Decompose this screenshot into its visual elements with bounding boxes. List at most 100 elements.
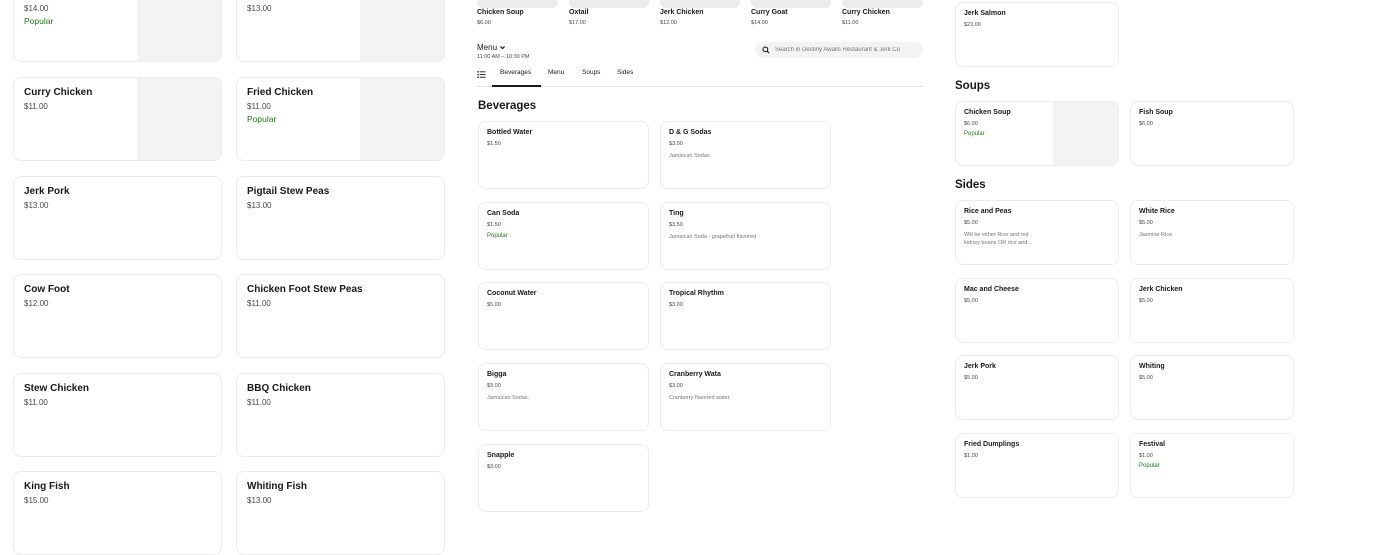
item-price: $14.00 [24,4,49,13]
soup-card[interactable]: Fish Soup $6.00 [1130,101,1294,166]
menu-item-card[interactable]: King Fish $15.00 [13,471,222,555]
carousel-image[interactable] [477,0,558,8]
list-icon[interactable] [477,70,486,79]
item-name: Curry Chicken [24,87,93,98]
item-name: Pigtail Stew Peas [247,186,330,197]
item-price: $11.00 [247,102,271,111]
beverage-card[interactable]: Ting $3.50 Jamaican Soda - grapefruit fl… [660,202,831,270]
soup-card[interactable]: Chicken Soup $6.00 Popular [955,101,1119,166]
tab-sides[interactable]: Sides [617,69,633,76]
section-title-soups: Soups [955,80,991,92]
item-price: $5.00 [1139,220,1153,226]
beverage-card[interactable]: Snapple $3.00 [478,444,649,512]
item-price: $3.00 [669,383,683,389]
item-name: Rice and Peas [964,208,1012,215]
tab-menu[interactable]: Menu [548,69,564,76]
beverage-card[interactable]: Bigga $3.00 Jamaican Sodas. [478,363,649,431]
item-name: Cow Foot [24,284,70,295]
item-description: Jamaican Sodas. [487,395,530,401]
popular-badge: Popular [964,131,985,137]
item-name: Cranberry Wata [669,371,721,378]
item-price: $1.50 [487,222,501,228]
tab-divider [477,86,923,87]
item-price: $5.00 [1139,375,1153,381]
menu-item-card[interactable]: Stew Chicken $11.00 [13,373,222,457]
tab-soups[interactable]: Soups [582,69,600,76]
menu-item-card[interactable]: Cow Foot $12.00 [13,274,222,358]
item-name: Bigga [487,371,507,378]
tab-beverages[interactable]: Beverages [500,69,531,76]
item-price: $13.00 [247,4,272,13]
item-name: Ting [669,210,684,217]
item-price: $13.00 [247,201,272,210]
side-card[interactable]: Whiting $5.00 [1130,355,1294,420]
carousel-image[interactable] [751,0,831,8]
item-name: Oxtail [569,9,589,16]
item-name: Curry Goat [751,9,788,16]
item-price: $11.00 [247,299,271,308]
item-description: Jamaican Sodas. [669,153,712,159]
item-price: $23.00 [964,22,981,28]
side-card[interactable]: Fried Dumplings $1.00 [955,433,1119,498]
menu-item-card[interactable]: $13.00 [236,0,445,62]
item-description: Cranberry flavored water. [669,395,731,401]
menu-item-card[interactable]: Chicken Foot Stew Peas $11.00 [236,274,445,358]
carousel-image[interactable] [569,0,649,8]
item-name: BBQ Chicken [247,383,311,394]
menu-item-card[interactable]: Jerk Pork $13.00 [13,176,222,260]
beverage-card[interactable]: D & G Sodas $3.00 Jamaican Sodas. [660,121,831,189]
item-price: $13.00 [24,201,49,210]
chevron-down-icon [500,46,506,50]
menu-item-card[interactable]: Fried Chicken $11.00 Popular [236,77,445,161]
side-card[interactable]: Jerk Chicken $5.00 [1130,278,1294,343]
menu-item-card[interactable]: Jerk Salmon $23.00 [955,2,1119,67]
active-tab-indicator [492,85,541,87]
item-price: $3.00 [669,141,683,147]
item-name: Snapple [487,452,515,459]
item-price: $17.00 [569,20,586,26]
item-price: $12.00 [24,299,49,308]
beverage-card[interactable]: Tropical Rhythm $3.00 [660,282,831,350]
menu-item-card[interactable]: Curry Chicken $11.00 [13,77,222,161]
item-name: Mac and Cheese [964,286,1019,293]
item-price: $11.00 [24,102,48,111]
search-input[interactable] [775,44,919,56]
item-price: $3.50 [669,222,683,228]
search-box[interactable] [755,42,923,58]
item-name: Festival [1139,441,1166,448]
menu-item-card[interactable]: Pigtail Stew Peas $13.00 [236,176,445,260]
carousel-image[interactable] [660,0,740,8]
side-card[interactable]: White Rice $5.00 Jasmine Rice [1130,200,1294,265]
menu-label: Menu [477,43,498,52]
beverage-card[interactable]: Can Soda $1.50 Popular [478,202,649,270]
beverage-card[interactable]: Cranberry Wata $3.00 Cranberry flavored … [660,363,831,431]
item-price: $12.00 [660,20,677,26]
beverage-card[interactable]: Bottled Water $1.50 [478,121,649,189]
item-price: $1.50 [487,141,501,147]
item-price: $5.00 [964,375,978,381]
section-title-beverages: Beverages [478,100,537,112]
side-card[interactable]: Jerk Pork $5.00 [955,355,1119,420]
carousel-image[interactable] [842,0,923,8]
menu-item-card[interactable]: Whiting Fish $13.00 [236,471,445,555]
item-name: Jerk Pork [964,363,996,370]
item-name: Whiting [1139,363,1165,370]
beverage-card[interactable]: Coconut Water $5.00 [478,282,649,350]
item-name: Whiting Fish [247,481,307,492]
item-price: $6.00 [1139,121,1153,127]
item-price: $5.00 [964,220,978,226]
item-name: King Fish [24,481,70,492]
item-price: $13.00 [247,496,272,505]
item-name: Jerk Chicken [660,9,704,16]
menu-item-card[interactable]: BBQ Chicken $11.00 [236,373,445,457]
side-card[interactable]: Mac and Cheese $5.00 [955,278,1119,343]
menu-item-card[interactable]: $14.00 Popular [13,0,222,62]
item-name: Can Soda [487,210,520,217]
side-card[interactable]: Rice and Peas $5.00 Will be either Rice … [955,200,1119,265]
popular-badge: Popular [487,233,508,239]
item-name: Chicken Foot Stew Peas [247,284,363,295]
menu-selector[interactable]: Menu [477,43,506,52]
item-price: $6.00 [964,121,978,127]
side-card[interactable]: Festival $1.00 Popular [1130,433,1294,498]
item-name: Curry Chicken [842,9,890,16]
